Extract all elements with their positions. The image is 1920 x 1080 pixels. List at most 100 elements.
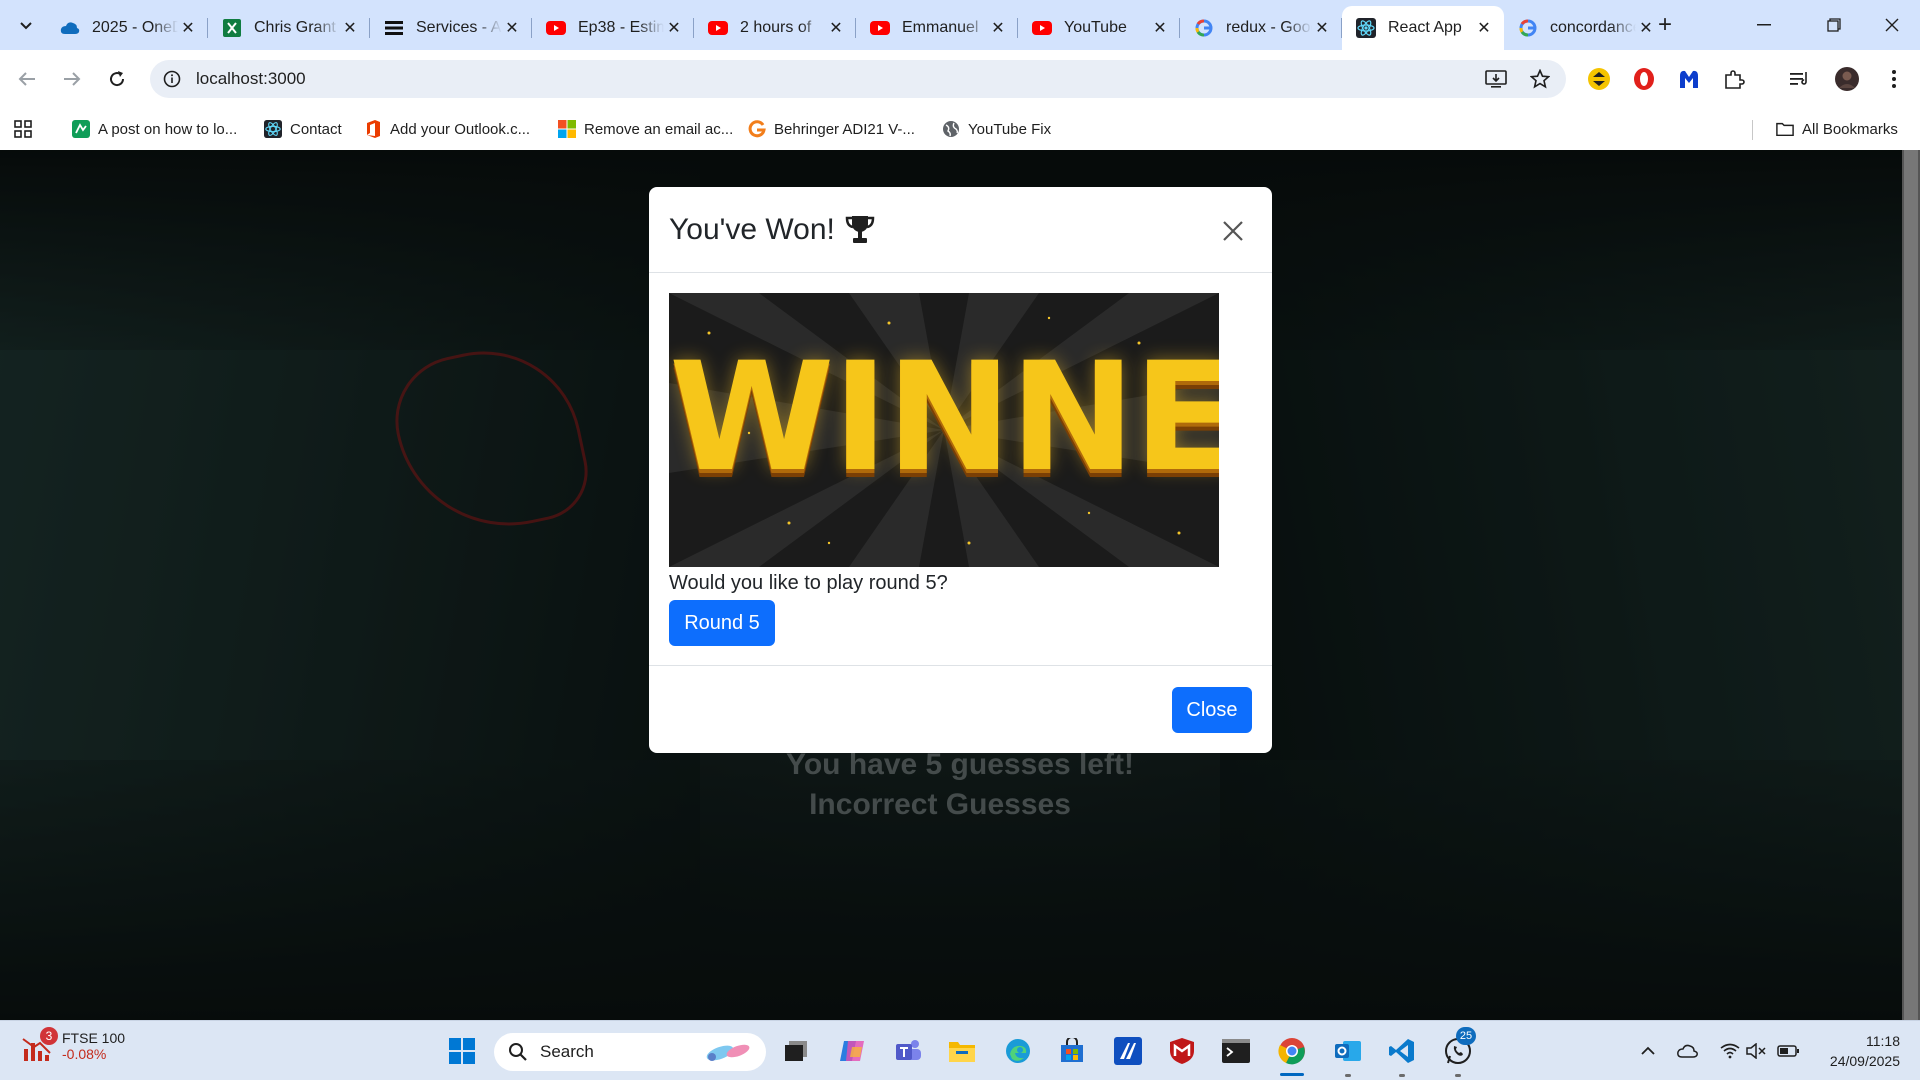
close-icon[interactable]: ✕ [502, 18, 522, 38]
wifi-icon[interactable] [1718, 1039, 1742, 1063]
close-icon[interactable]: ✕ [664, 18, 684, 38]
chrome-icon[interactable] [1272, 1031, 1312, 1071]
tab-redux-google[interactable]: redux - Google ✕ [1180, 6, 1342, 50]
tab-title: concordance [1550, 19, 1636, 36]
outlook-icon[interactable] [1328, 1031, 1368, 1071]
search-highlight-icon [706, 1044, 750, 1061]
bookmark-star-icon[interactable] [1528, 67, 1552, 91]
reload-icon[interactable] [101, 63, 133, 95]
close-icon[interactable]: ✕ [988, 18, 1008, 38]
bookmark-label: YouTube Fix [968, 120, 1052, 138]
restore-icon[interactable] [1806, 0, 1862, 50]
close-icon[interactable]: ✕ [340, 18, 360, 38]
bookmark-item[interactable]: YouTube Fix [942, 118, 1051, 140]
bookmark-label: Behringer ADI21 V-... [774, 120, 915, 138]
window-close-icon[interactable] [1864, 0, 1920, 50]
chevron-down-icon [20, 22, 32, 30]
tab-title: 2 hours of [740, 19, 812, 36]
chevron-up-icon[interactable] [1636, 1039, 1660, 1063]
all-bookmarks-button[interactable]: All Bookmarks [1776, 118, 1898, 140]
terminal-icon[interactable] [1216, 1031, 1256, 1071]
bookmark-item[interactable]: Behringer ADI21 V-... [748, 118, 915, 140]
extension-yellow-icon[interactable] [1585, 65, 1613, 93]
modal-close-x-icon[interactable] [1219, 217, 1247, 245]
tab-title: Services - Azure [416, 19, 502, 36]
folder-icon [1776, 120, 1794, 138]
mcafee-shield-icon[interactable] [1162, 1031, 1202, 1071]
profile-avatar[interactable] [1833, 65, 1861, 93]
modal-title-text: You've Won! [669, 213, 835, 246]
active-app-indicator [1280, 1073, 1304, 1076]
url-text[interactable]: localhost:3000 [196, 69, 306, 89]
close-icon[interactable]: ✕ [1150, 18, 1170, 38]
back-arrow-icon[interactable] [11, 63, 43, 95]
battery-icon[interactable] [1776, 1039, 1800, 1063]
tab-search-button[interactable] [10, 10, 42, 40]
react-icon [1356, 18, 1376, 38]
bookmark-item[interactable]: A post on how to lo... [72, 118, 237, 140]
microsoft-store-icon[interactable] [1052, 1031, 1092, 1071]
task-view-icon[interactable] [776, 1031, 816, 1071]
running-app-indicator [1345, 1074, 1351, 1077]
onedrive-tray-icon[interactable] [1676, 1039, 1700, 1063]
next-round-button[interactable]: Round 5 [669, 600, 775, 646]
windows-taskbar: 3 FTSE 100 -0.08% Search 25 11:18 24/09/… [0, 1020, 1920, 1080]
close-icon[interactable]: ✕ [1312, 18, 1332, 38]
modal-close-button[interactable]: Close [1172, 687, 1252, 733]
running-app-indicator [1399, 1074, 1405, 1077]
forward-arrow-icon[interactable] [56, 63, 88, 95]
malwarebytes-icon[interactable] [1675, 65, 1703, 93]
tab-youtube[interactable]: YouTube ✕ [1018, 6, 1180, 50]
more-menu-icon[interactable] [1880, 65, 1908, 93]
bookmark-label: Contact [290, 120, 342, 138]
tab-excel[interactable]: Chris Grant ✕ [208, 6, 370, 50]
youtube-icon [1032, 18, 1052, 38]
opera-icon[interactable] [1630, 65, 1658, 93]
azure-data-icon[interactable] [1108, 1031, 1148, 1071]
tab-onedrive[interactable]: 2025 - OneDrive ✕ [46, 6, 208, 50]
google-icon [1518, 18, 1538, 38]
search-label: Search [540, 1042, 594, 1061]
office-icon [364, 120, 382, 138]
tab-title: Ep38 - Estimating [578, 19, 664, 36]
bookmarks-divider [1752, 120, 1753, 140]
system-clock[interactable]: 11:18 24/09/2025 [1810, 1031, 1900, 1071]
bookmark-item[interactable]: Contact [264, 118, 342, 140]
speaker-muted-icon[interactable] [1744, 1039, 1768, 1063]
minimize-icon[interactable] [1736, 0, 1792, 50]
media-controls-icon[interactable] [1786, 65, 1814, 93]
new-tab-plus-icon[interactable]: + [1650, 10, 1680, 40]
bookmark-item[interactable]: Remove an email ac... [558, 118, 733, 140]
winner-text: WINNER [669, 331, 1219, 505]
tab-services[interactable]: Services - Azure ✕ [370, 6, 532, 50]
file-explorer-icon[interactable] [942, 1031, 982, 1071]
onedrive-cloud-icon [60, 18, 80, 38]
tab-youtube-ep38[interactable]: Ep38 - Estimating ✕ [532, 6, 694, 50]
excel-icon [222, 18, 242, 38]
tab-title: YouTube [1064, 19, 1127, 36]
site-info-icon[interactable] [160, 67, 184, 91]
extensions-puzzle-icon[interactable] [1720, 65, 1748, 93]
tab-concordance[interactable]: concordance ✕ [1504, 6, 1666, 50]
bookmark-label: A post on how to lo... [98, 120, 238, 138]
taskbar-search-box[interactable]: Search [494, 1033, 766, 1071]
close-icon[interactable]: ✕ [178, 18, 198, 38]
browser-toolbar: localhost:3000 [0, 50, 1920, 108]
stock-widget[interactable]: 3 FTSE 100 -0.08% [20, 1027, 125, 1063]
edge-icon[interactable] [998, 1031, 1038, 1071]
copilot-icon[interactable] [832, 1031, 872, 1071]
windows-start-icon[interactable] [442, 1031, 482, 1071]
close-icon[interactable]: ✕ [826, 18, 846, 38]
apps-grid-icon[interactable] [14, 118, 32, 140]
address-bar[interactable]: localhost:3000 [150, 60, 1566, 98]
clock-time: 11:18 [1866, 1033, 1900, 1049]
bookmarks-bar: A post on how to lo... Contact Add your … [0, 108, 1920, 150]
bookmark-item[interactable]: Add your Outlook.c... [364, 118, 530, 140]
vscode-icon[interactable] [1382, 1031, 1422, 1071]
tab-youtube-2hours[interactable]: 2 hours of ✕ [694, 6, 856, 50]
teams-icon[interactable] [888, 1031, 928, 1071]
tab-react-app[interactable]: React App ✕ [1342, 6, 1504, 50]
install-app-icon[interactable] [1484, 67, 1508, 91]
tab-youtube-emmanuel[interactable]: Emmanuel ✕ [856, 6, 1018, 50]
close-icon[interactable]: ✕ [1474, 18, 1494, 38]
